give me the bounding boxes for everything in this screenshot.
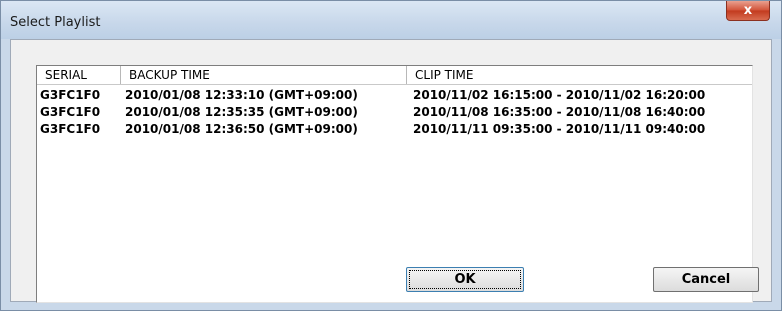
playlist-listview[interactable]: SERIAL BACKUP TIME CLIP TIME G3FC1F0 201…	[36, 65, 753, 303]
column-header-backup-time[interactable]: BACKUP TIME	[121, 66, 407, 84]
column-header-serial[interactable]: SERIAL	[37, 66, 121, 84]
cell-clip-time: 2010/11/02 16:15:00 - 2010/11/02 16:20:0…	[413, 88, 706, 102]
ok-button[interactable]: OK	[406, 267, 524, 292]
cell-clip-time: 2010/11/11 09:35:00 - 2010/11/11 09:40:0…	[413, 122, 706, 136]
list-row[interactable]: G3FC1F0 2010/01/08 12:36:50 (GMT+09:00) …	[37, 121, 752, 138]
dialog-window: Select Playlist x SERIAL BACKUP TIME CLI…	[0, 0, 782, 311]
cell-backup-time: 2010/01/08 12:33:10 (GMT+09:00)	[125, 88, 358, 102]
cell-serial: G3FC1F0	[40, 122, 101, 136]
window-title: Select Playlist	[10, 15, 101, 30]
dialog-body: SERIAL BACKUP TIME CLIP TIME G3FC1F0 201…	[10, 39, 772, 303]
close-button[interactable]: x	[726, 1, 770, 21]
title-bar[interactable]: Select Playlist x	[1, 1, 781, 39]
list-header: SERIAL BACKUP TIME CLIP TIME	[37, 66, 752, 85]
cell-serial: G3FC1F0	[40, 88, 101, 102]
list-row[interactable]: G3FC1F0 2010/01/08 12:33:10 (GMT+09:00) …	[37, 87, 752, 104]
cancel-button[interactable]: Cancel	[653, 267, 759, 292]
cell-serial: G3FC1F0	[40, 105, 101, 119]
cell-clip-time: 2010/11/08 16:35:00 - 2010/11/08 16:40:0…	[413, 105, 706, 119]
cell-backup-time: 2010/01/08 12:35:35 (GMT+09:00)	[125, 105, 358, 119]
close-icon: x	[743, 3, 753, 18]
list-row[interactable]: G3FC1F0 2010/01/08 12:35:35 (GMT+09:00) …	[37, 104, 752, 121]
cell-backup-time: 2010/01/08 12:36:50 (GMT+09:00)	[125, 122, 358, 136]
column-header-clip-time[interactable]: CLIP TIME	[407, 66, 752, 84]
